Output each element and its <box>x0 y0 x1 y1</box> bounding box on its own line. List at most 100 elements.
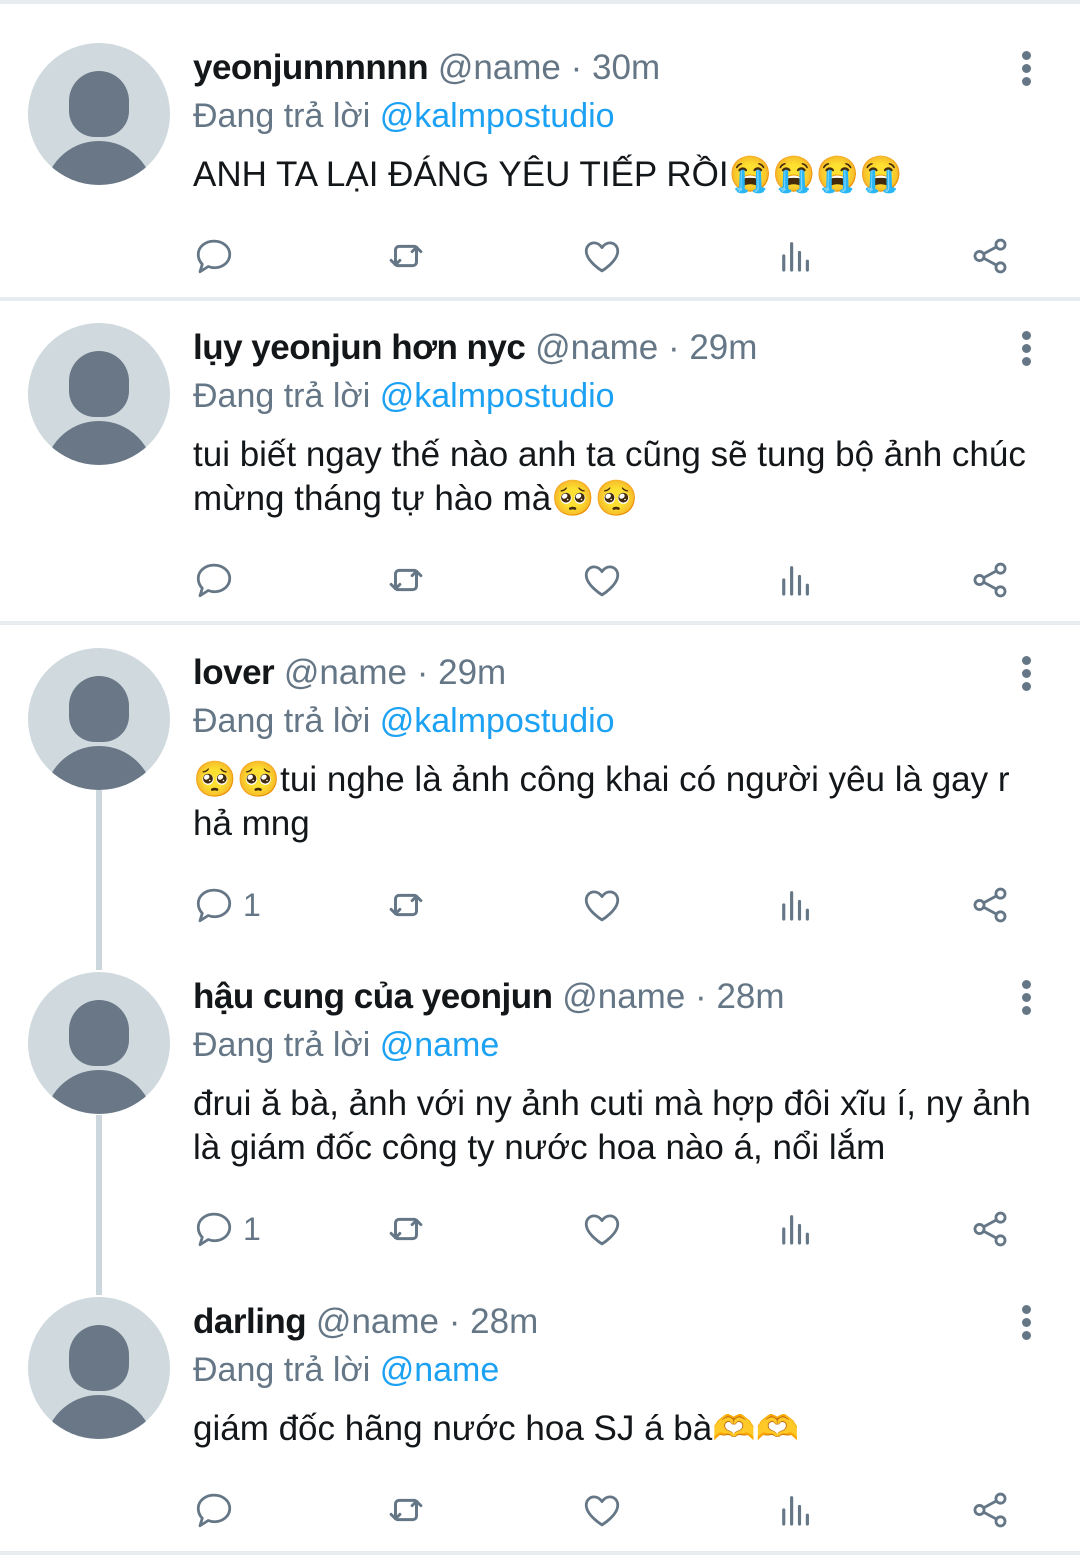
tweet-header: hậu cung của yeonjun @name · 28m <box>193 976 785 1018</box>
share-button[interactable] <box>969 1485 1011 1535</box>
reply-button[interactable]: 1 <box>193 1204 261 1254</box>
replying-to-label: Đang trả lời <box>193 702 371 740</box>
tweet-text: tui biết ngay thế nào anh ta cũng sẽ tun… <box>193 435 1026 518</box>
share-icon <box>973 238 1007 274</box>
share-button[interactable] <box>969 555 1011 605</box>
analytics-button[interactable] <box>775 880 817 930</box>
display-name[interactable]: lover <box>193 653 275 692</box>
reply-icon <box>196 888 232 923</box>
separator-dot: · <box>667 328 680 367</box>
share-icon <box>973 887 1007 923</box>
divider <box>0 1551 1080 1555</box>
more-icon[interactable] <box>1022 51 1034 87</box>
analytics-icon <box>782 1215 809 1245</box>
share-button[interactable] <box>969 880 1011 930</box>
user-handle[interactable]: @name <box>316 1302 439 1341</box>
replying-to: Đang trả lời @name <box>193 1024 499 1066</box>
reply-count: 1 <box>243 886 261 923</box>
tweet[interactable]: lover @name · 29m Đang trả lời @kalmpost… <box>0 648 1080 938</box>
like-button[interactable] <box>581 1485 623 1535</box>
like-button[interactable] <box>581 880 623 930</box>
more-icon[interactable] <box>1022 331 1034 367</box>
replying-to-label: Đang trả lời <box>193 377 371 415</box>
display-name[interactable]: darling <box>193 1302 307 1341</box>
share-icon <box>973 1492 1007 1528</box>
tweet[interactable]: hậu cung của yeonjun @name · 28m Đang tr… <box>0 972 1080 1262</box>
tweet-text: ANH TA LẠI ĐÁNG YÊU TIẾP RỒI😭😭😭😭 <box>193 155 903 194</box>
analytics-icon <box>782 1496 809 1526</box>
like-icon <box>584 241 620 273</box>
analytics-button[interactable] <box>775 1204 817 1254</box>
share-button[interactable] <box>969 1204 1011 1254</box>
share-icon <box>973 562 1007 598</box>
avatar[interactable] <box>28 972 170 1114</box>
share-button[interactable] <box>969 231 1011 281</box>
action-bar: 1 <box>193 880 1023 930</box>
reply-button[interactable] <box>193 555 243 605</box>
like-icon <box>584 565 620 597</box>
display-name[interactable]: hậu cung của yeonjun <box>193 977 553 1016</box>
tweet-text: giám đốc hãng nước hoa SJ á bà🫶🫶 <box>193 1409 800 1448</box>
mention-link[interactable]: @kalmpostudio <box>380 377 615 415</box>
user-handle[interactable]: @name <box>535 328 658 367</box>
more-icon[interactable] <box>1022 1305 1034 1341</box>
retweet-button[interactable] <box>385 231 427 281</box>
user-handle[interactable]: @name <box>438 48 561 87</box>
replying-to: Đang trả lời @kalmpostudio <box>193 95 615 137</box>
analytics-icon <box>782 242 809 272</box>
like-button[interactable] <box>581 231 623 281</box>
reply-button[interactable] <box>193 1485 243 1535</box>
timestamp[interactable]: 28m <box>716 977 784 1016</box>
display-name[interactable]: lụy yeonjun hơn nyc <box>193 328 526 367</box>
more-icon[interactable] <box>1022 980 1034 1016</box>
mention-link[interactable]: @name <box>380 1026 500 1064</box>
mention-link[interactable]: @kalmpostudio <box>380 702 615 740</box>
mention-link[interactable]: @name <box>380 1351 500 1389</box>
replying-to-label: Đang trả lời <box>193 1026 371 1064</box>
user-handle[interactable]: @name <box>284 653 407 692</box>
mention-link[interactable]: @kalmpostudio <box>380 97 615 135</box>
tweet-header: lụy yeonjun hơn nyc @name · 29m <box>193 327 757 369</box>
retweet-button[interactable] <box>385 1204 427 1254</box>
tweet[interactable]: lụy yeonjun hơn nyc @name · 29m Đang trả… <box>0 323 1080 613</box>
tweet[interactable]: yeonjunnnnnn @name · 30m Đang trả lời @k… <box>0 43 1080 293</box>
retweet-icon <box>389 244 423 268</box>
share-icon <box>973 1211 1007 1247</box>
display-name[interactable]: yeonjunnnnnn <box>193 48 429 87</box>
reply-icon <box>196 1493 232 1528</box>
separator-dot: · <box>570 48 583 87</box>
more-icon[interactable] <box>1022 656 1034 692</box>
retweet-button[interactable] <box>385 555 427 605</box>
retweet-icon <box>389 1498 423 1522</box>
reply-icon <box>196 1212 232 1247</box>
timestamp[interactable]: 29m <box>689 328 757 367</box>
timestamp[interactable]: 30m <box>592 48 660 87</box>
like-icon <box>584 890 620 922</box>
replying-to-label: Đang trả lời <box>193 1351 371 1389</box>
tweet[interactable]: darling @name · 28m Đang trả lời @name g… <box>0 1297 1080 1547</box>
user-handle[interactable]: @name <box>562 977 685 1016</box>
analytics-button[interactable] <box>775 1485 817 1535</box>
replying-to: Đang trả lời @kalmpostudio <box>193 375 615 417</box>
avatar[interactable] <box>28 323 170 465</box>
analytics-button[interactable] <box>775 231 817 281</box>
like-button[interactable] <box>581 1204 623 1254</box>
action-bar <box>193 231 1023 281</box>
tweet-header: yeonjunnnnnn @name · 30m <box>193 47 660 89</box>
timestamp[interactable]: 29m <box>438 653 506 692</box>
timestamp[interactable]: 28m <box>470 1302 538 1341</box>
avatar[interactable] <box>28 648 170 790</box>
retweet-button[interactable] <box>385 880 427 930</box>
avatar[interactable] <box>28 1297 170 1439</box>
replying-to: Đang trả lời @kalmpostudio <box>193 700 615 742</box>
reply-button[interactable] <box>193 231 243 281</box>
analytics-button[interactable] <box>775 555 817 605</box>
avatar[interactable] <box>28 43 170 185</box>
retweet-icon <box>389 1217 423 1241</box>
analytics-icon <box>782 891 809 921</box>
reply-button[interactable]: 1 <box>193 880 261 930</box>
like-button[interactable] <box>581 555 623 605</box>
replying-to: Đang trả lời @name <box>193 1349 499 1391</box>
retweet-button[interactable] <box>385 1485 427 1535</box>
tweet-header: darling @name · 28m <box>193 1301 538 1343</box>
